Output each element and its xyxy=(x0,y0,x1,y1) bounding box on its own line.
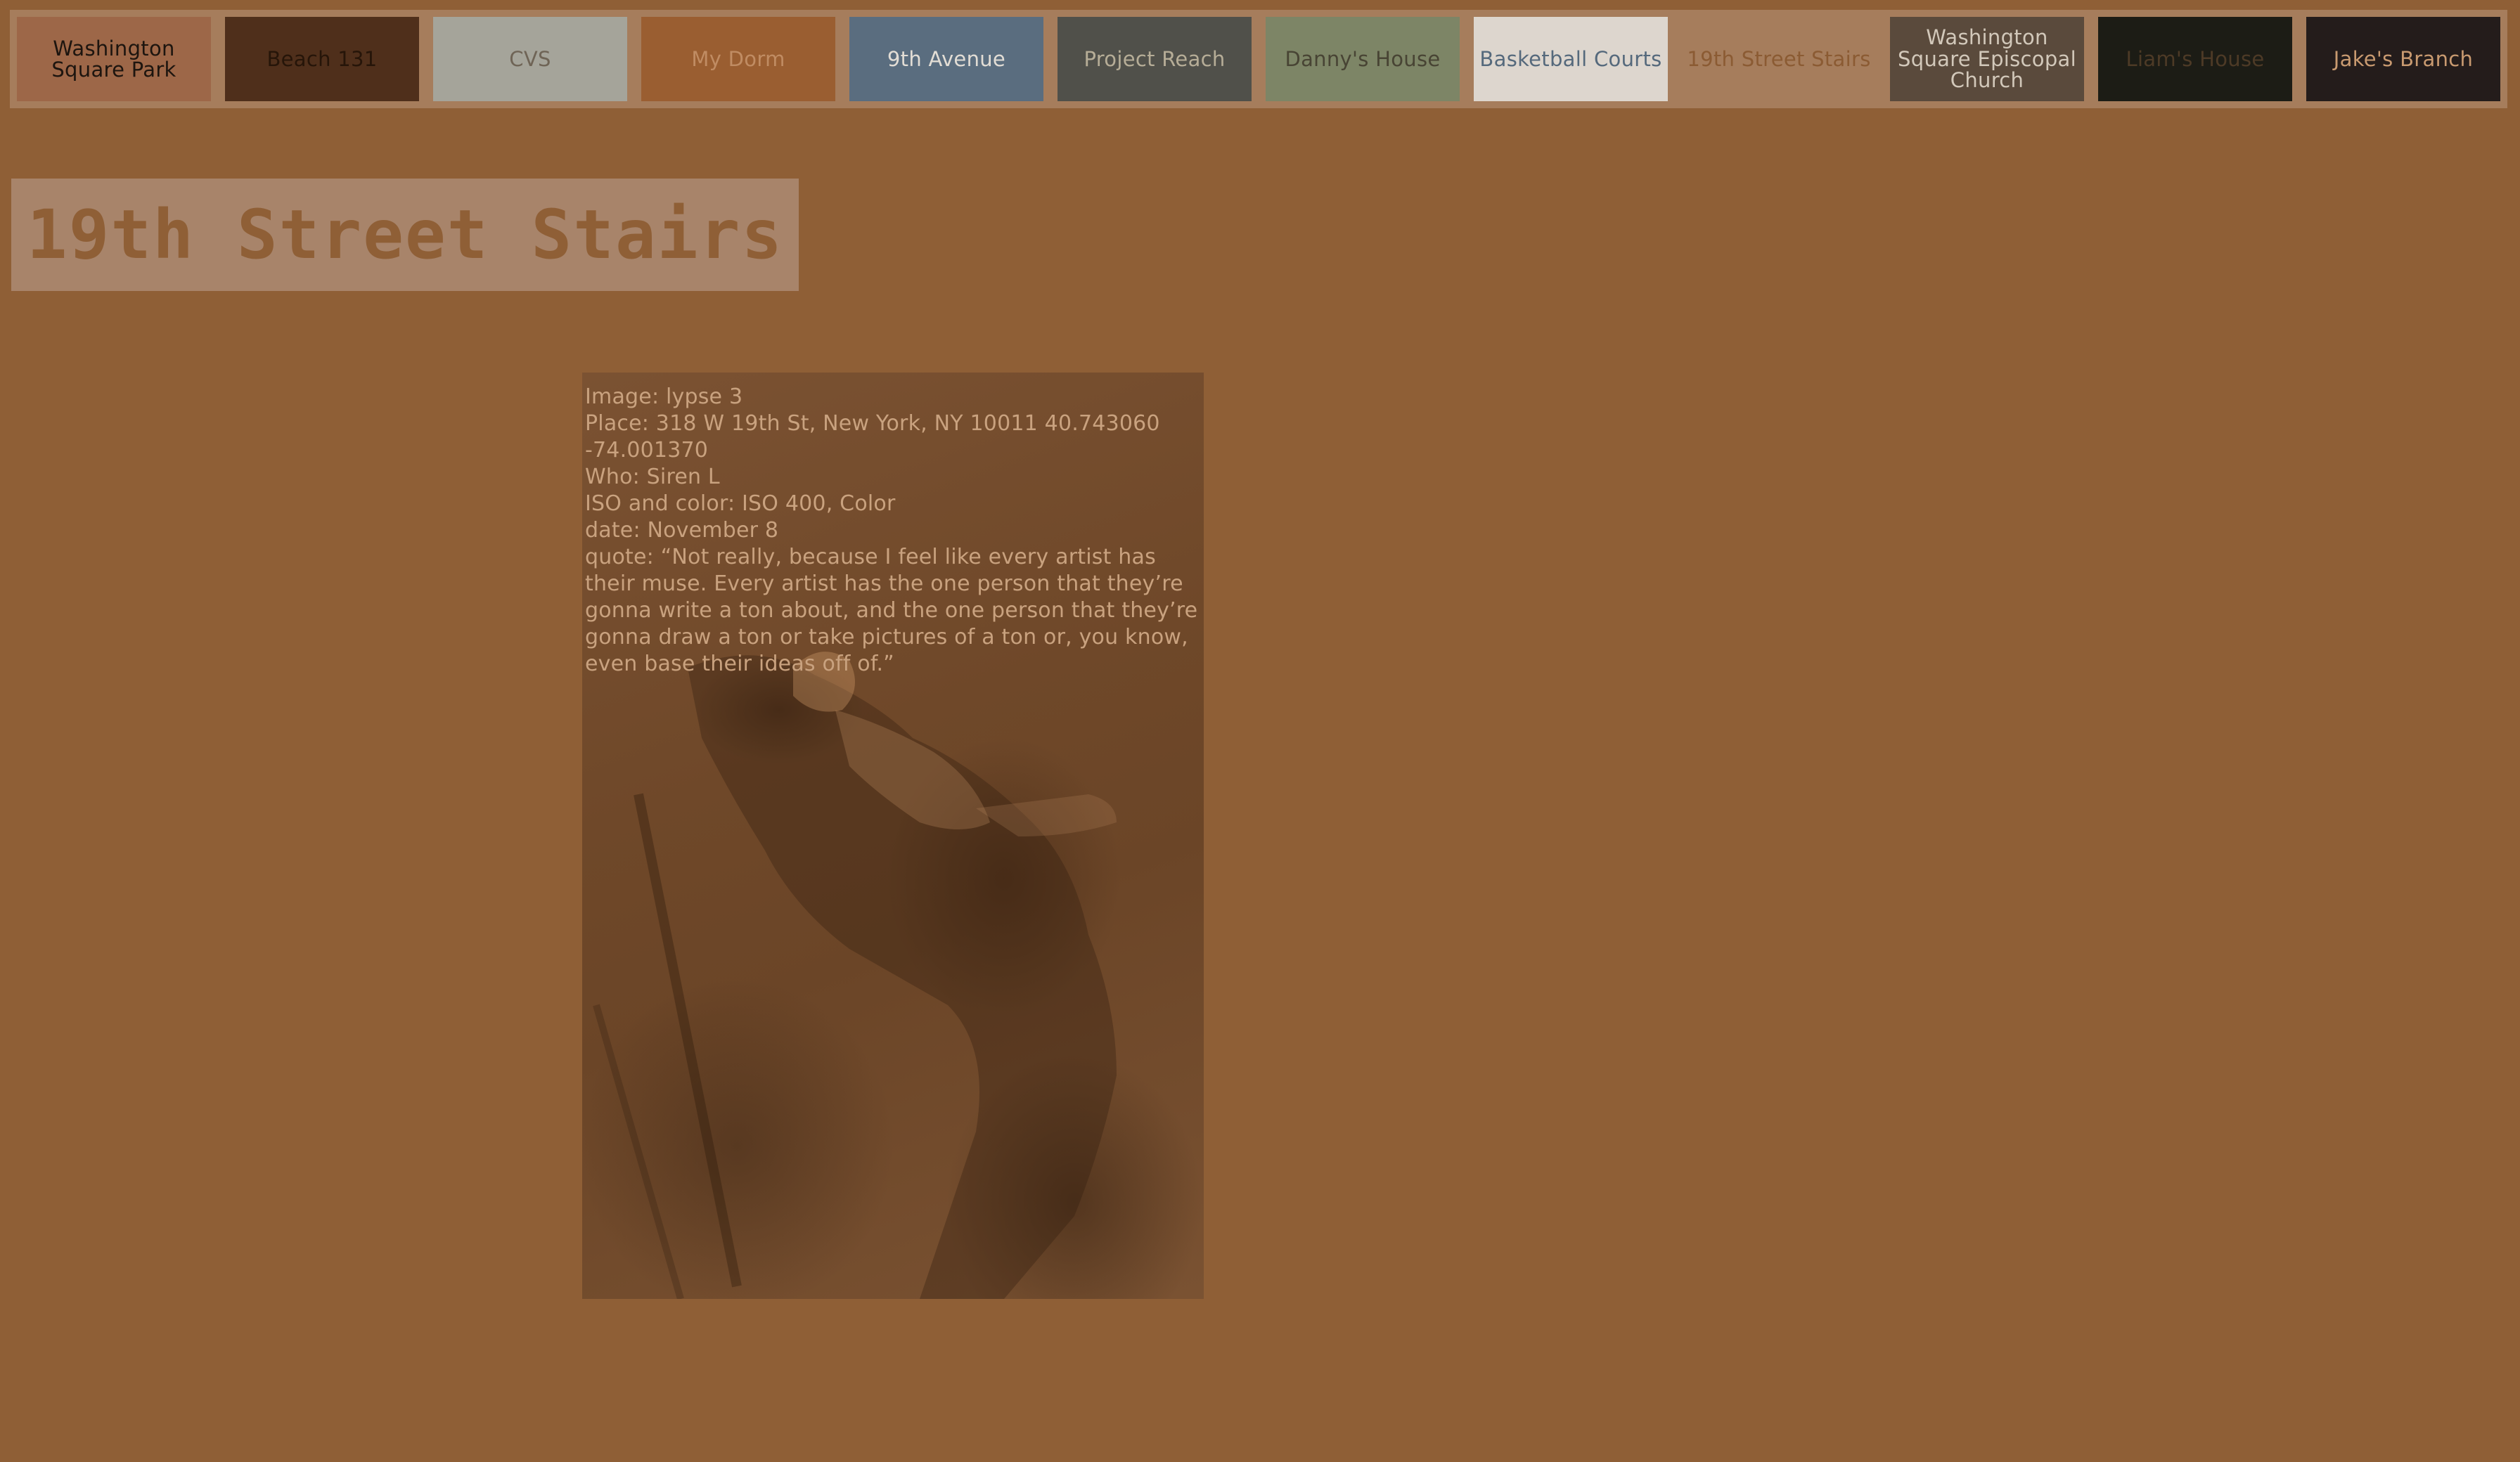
caption-who: Who: Siren L xyxy=(585,465,720,489)
location-photo: Image: lypse 3 Place: 318 W 19th St, New… xyxy=(582,373,1204,1299)
caption-place: Place: 318 W 19th St, New York, NY 10011… xyxy=(585,411,1160,462)
nav-item-liams-house[interactable]: Liam's House xyxy=(2098,17,2292,101)
nav-item-washington-square-episcopal-church[interactable]: Washington Square Episcopal Church xyxy=(1890,17,2084,101)
nav-item-label: CVS xyxy=(509,46,551,71)
caption-iso: ISO and color: ISO 400, Color xyxy=(585,491,896,516)
nav-item-label: Jake's Branch xyxy=(2333,46,2474,71)
nav-item-dannys-house[interactable]: Danny's House xyxy=(1266,17,1460,101)
nav-item-cvs[interactable]: CVS xyxy=(433,17,627,101)
nav-item-label: 9th Avenue xyxy=(887,46,1006,71)
caption-image: Image: lypse 3 xyxy=(585,384,743,409)
nav-item-label: Liam's House xyxy=(2126,46,2265,71)
nav-item-label: Washington Square Park xyxy=(51,36,176,82)
page-title-box: 19th Street Stairs xyxy=(11,179,799,291)
nav-item-label: Beach 131 xyxy=(266,46,378,71)
nav-item-label: My Dorm xyxy=(691,46,785,71)
nav-item-basketball-courts[interactable]: Basketball Courts xyxy=(1474,17,1668,101)
nav-item-project-reach[interactable]: Project Reach xyxy=(1058,17,1252,101)
nav-item-label: Danny's House xyxy=(1285,46,1441,71)
nav-item-19th-street-stairs[interactable]: 19th Street Stairs xyxy=(1682,17,1876,101)
nav-item-9th-avenue[interactable]: 9th Avenue xyxy=(849,17,1043,101)
nav-item-label: 19th Street Stairs xyxy=(1687,46,1871,71)
caption-quote: quote: “Not really, because I feel like … xyxy=(585,545,1198,676)
nav-item-label: Basketball Courts xyxy=(1479,46,1662,71)
nav-item-label: Project Reach xyxy=(1084,46,1226,71)
nav-item-my-dorm[interactable]: My Dorm xyxy=(641,17,835,101)
location-nav-bar: Washington Square Park Beach 131 CVS My … xyxy=(10,10,2507,108)
nav-item-label: Washington Square Episcopal Church xyxy=(1898,25,2076,93)
caption-date: date: November 8 xyxy=(585,518,779,543)
nav-item-jakes-branch[interactable]: Jake's Branch xyxy=(2306,17,2500,101)
nav-item-beach-131[interactable]: Beach 131 xyxy=(225,17,419,101)
photo-caption: Image: lypse 3 Place: 318 W 19th St, New… xyxy=(585,384,1201,678)
page-title: 19th Street Stairs xyxy=(26,195,784,274)
nav-item-washington-square-park[interactable]: Washington Square Park xyxy=(17,17,211,101)
